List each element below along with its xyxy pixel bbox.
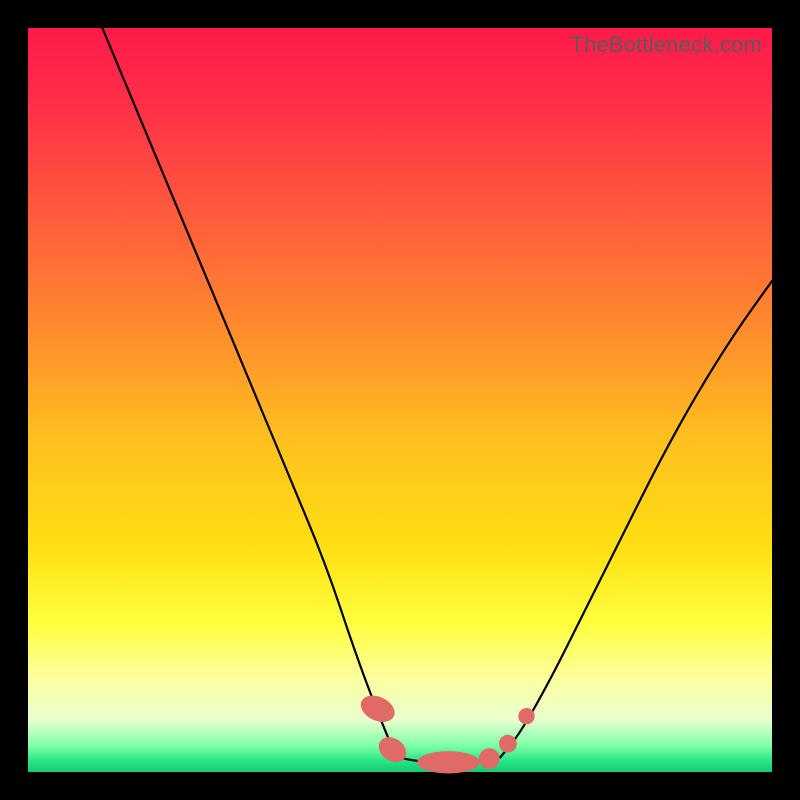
curve-group [102, 28, 772, 763]
marker-pill-1 [374, 732, 411, 767]
marker-group [356, 690, 534, 773]
marker-pill-0 [356, 690, 398, 727]
series-right-branch [500, 281, 772, 757]
chart-stage: TheBottleneck.com [0, 0, 800, 800]
marker-pill-2 [417, 751, 479, 773]
marker-dot-3 [479, 748, 500, 769]
marker-dot-5 [518, 708, 534, 724]
chart-svg [28, 28, 772, 772]
plot-area: TheBottleneck.com [28, 28, 772, 772]
series-left-branch [102, 28, 396, 757]
marker-dot-4 [499, 735, 517, 753]
